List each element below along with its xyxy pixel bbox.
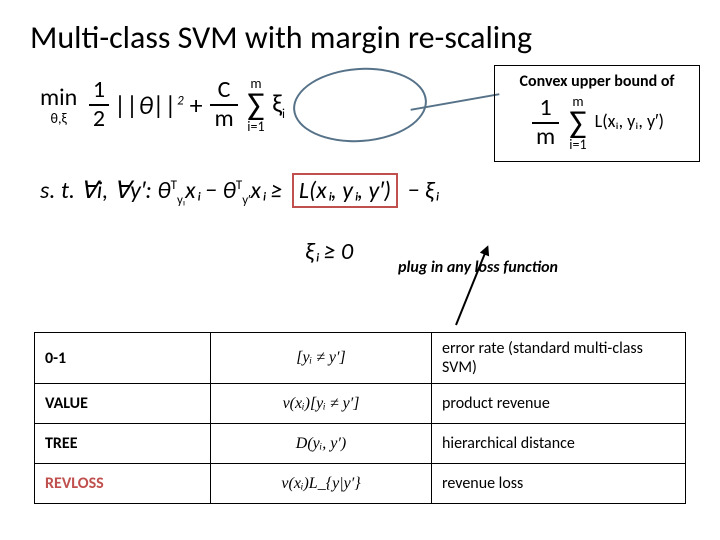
loss-desc: revenue loss bbox=[432, 464, 686, 504]
xi-term: ξi bbox=[272, 87, 285, 119]
min-operator: min θ,ξ bbox=[40, 83, 77, 127]
c-over-m: C m bbox=[210, 77, 237, 132]
loss-formula: v(xᵢ)[yᵢ ≠ y′] bbox=[211, 384, 432, 424]
loss-desc: product revenue bbox=[432, 384, 686, 424]
slide: Multi-class SVM with margin re-scaling m… bbox=[0, 0, 720, 540]
loss-desc: hierarchical distance bbox=[432, 424, 686, 464]
box-formula: 1 m m ∑ i=1 L(xᵢ, yᵢ, y′) bbox=[505, 93, 689, 153]
box-title: Convex upper bound of bbox=[505, 72, 689, 91]
page-title: Multi-class SVM with margin re-scaling bbox=[0, 0, 720, 57]
loss-table-wrap: 0-1 [yᵢ ≠ y′] error rate (standard multi… bbox=[0, 332, 720, 504]
convex-bound-box: Convex upper bound of 1 m m ∑ i=1 L(xᵢ, … bbox=[494, 65, 700, 162]
loss-table: 0-1 [yᵢ ≠ y′] error rate (standard multi… bbox=[34, 332, 686, 504]
plug-note: plug in any loss function bbox=[398, 258, 558, 277]
loss-name: 0-1 bbox=[35, 333, 211, 384]
table-row: 0-1 [yᵢ ≠ y′] error rate (standard multi… bbox=[35, 333, 686, 384]
sum-symbol: m ∑ i=1 bbox=[247, 75, 264, 135]
objective-formula: min θ,ξ 1 2 ||θ||2 + C m m ∑ i=1 ξi bbox=[40, 75, 285, 135]
loss-desc: error rate (standard multi-class SVM) bbox=[432, 333, 686, 384]
theta-norm: ||θ||2 bbox=[115, 89, 190, 121]
loss-formula: v(xᵢ)L_{y|y′} bbox=[211, 464, 432, 504]
table-row: REVLOSS v(xᵢ)L_{y|y′} revenue loss bbox=[35, 464, 686, 504]
loss-name: TREE bbox=[35, 424, 211, 464]
half-fraction: 1 2 bbox=[89, 77, 109, 132]
loss-formula: [yᵢ ≠ y′] bbox=[211, 333, 432, 384]
circle-annotation bbox=[291, 63, 430, 146]
table-row: TREE D(yᵢ, y′) hierarchical distance bbox=[35, 424, 686, 464]
loss-highlight-box: L(xᵢ, yᵢ, y′) bbox=[292, 173, 398, 208]
table-row: VALUE v(xᵢ)[yᵢ ≠ y′] product revenue bbox=[35, 384, 686, 424]
formula-area: min θ,ξ 1 2 ||θ||2 + C m m ∑ i=1 ξi bbox=[0, 65, 720, 295]
loss-name: VALUE bbox=[35, 384, 211, 424]
constraint-formula: s. t. ∀i, ∀y′: θTyᵢxᵢ − θTy′xᵢ ≥ L(xᵢ, y… bbox=[40, 173, 438, 208]
loss-formula: D(yᵢ, y′) bbox=[211, 424, 432, 464]
loss-name: REVLOSS bbox=[35, 464, 211, 504]
nonneg-constraint: ξᵢ ≥ 0 bbox=[305, 237, 353, 266]
